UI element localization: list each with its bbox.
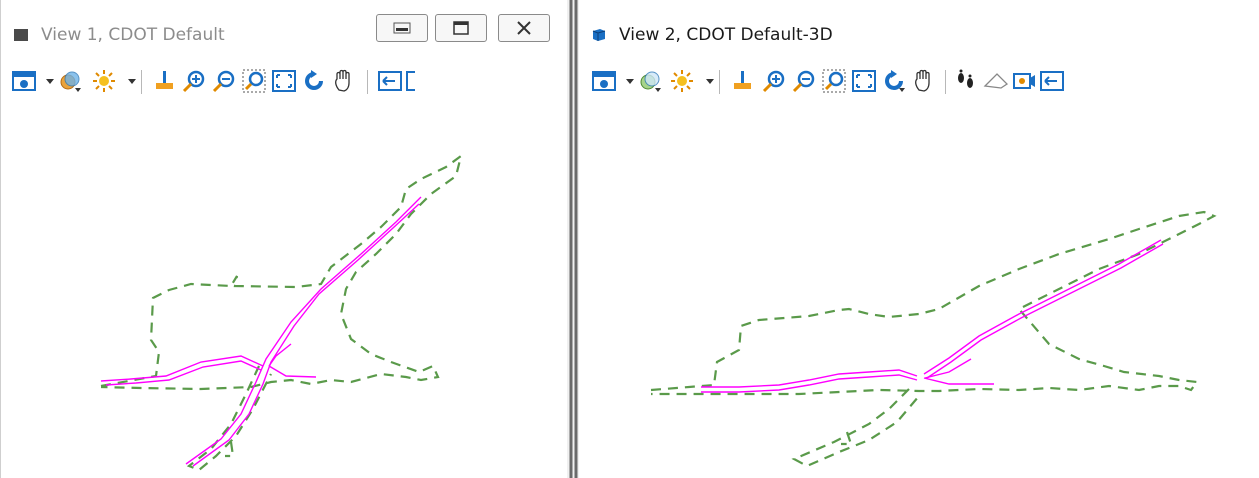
zoom-in-button[interactable] <box>181 68 207 94</box>
fit-view-button[interactable] <box>851 68 877 94</box>
view-1-drawing <box>100 153 463 472</box>
rotate-view-icon <box>305 70 323 90</box>
window-area-button[interactable] <box>821 68 847 94</box>
view-1-title: View 1, CDOT Default <box>41 25 225 45</box>
zoom-out-button[interactable] <box>211 68 237 94</box>
view-splitter[interactable] <box>567 0 579 478</box>
light-button[interactable] <box>91 68 117 94</box>
alignment-west-a <box>100 355 264 382</box>
view-2-window[interactable]: View 2, CDOT Default-3D <box>579 0 1259 478</box>
light-icon <box>671 70 693 92</box>
3d-view-icon <box>591 27 607 41</box>
zoom-out-button[interactable] <box>791 68 817 94</box>
zoom-in-icon <box>182 70 205 93</box>
rotate-view-button[interactable] <box>301 68 327 94</box>
window-area-button[interactable] <box>241 68 267 94</box>
next-view-button[interactable] <box>405 68 415 94</box>
view-attributes-button[interactable] <box>591 68 617 94</box>
fly-button[interactable] <box>983 68 1009 94</box>
rotate-view-button[interactable] <box>881 68 907 94</box>
alignment-lines <box>100 196 422 467</box>
alignment-main-b <box>192 203 420 467</box>
boundary-lines <box>650 210 1217 468</box>
boundary-lines <box>100 153 463 472</box>
view-attributes-button[interactable] <box>11 68 37 94</box>
toolbar-separator <box>719 70 720 94</box>
previous-view-button[interactable] <box>377 68 403 94</box>
update-view-button[interactable] <box>151 68 177 94</box>
alignment-west-b <box>105 360 262 386</box>
next-view-icon <box>406 71 415 91</box>
toolbar-separator <box>367 70 368 94</box>
view-attributes-dropdown[interactable] <box>37 68 54 94</box>
window-area-icon <box>822 69 846 93</box>
minimize-icon <box>393 22 411 34</box>
view-window-icon <box>13 27 29 41</box>
walk-icon <box>958 69 973 88</box>
display-style-icon <box>60 71 81 92</box>
light-dropdown[interactable] <box>119 68 136 94</box>
fly-icon <box>983 73 1009 89</box>
previous-view-button[interactable] <box>1039 68 1065 94</box>
minimize-button[interactable] <box>376 14 428 42</box>
toolbar-separator <box>945 70 946 94</box>
view-1-drawing-canvas[interactable] <box>1 104 567 478</box>
previous-view-icon <box>378 71 402 91</box>
alignment-main-a <box>185 196 422 465</box>
view-2-toolbar <box>579 62 1259 100</box>
toolbar-separator <box>141 70 142 94</box>
update-view-button[interactable] <box>729 68 755 94</box>
view-1-toolbar <box>1 62 567 100</box>
update-view-icon <box>734 71 751 89</box>
zoom-in-icon <box>762 70 785 93</box>
update-view-icon <box>156 71 173 89</box>
display-style-icon <box>640 71 661 92</box>
camera-icon <box>1013 73 1035 89</box>
boundary-outline <box>650 210 1217 396</box>
fit-view-button[interactable] <box>271 68 297 94</box>
camera-button[interactable] <box>1011 68 1037 94</box>
view-1-window[interactable]: View 1, CDOT Default <box>0 0 567 478</box>
light-dropdown[interactable] <box>697 68 714 94</box>
fit-view-icon <box>272 70 296 92</box>
walk-button[interactable] <box>953 68 979 94</box>
pan-view-icon <box>915 69 930 92</box>
maximize-icon <box>453 21 469 35</box>
close-button[interactable] <box>498 14 550 42</box>
display-style-button[interactable] <box>57 68 83 94</box>
view-2-title-bar[interactable]: View 2, CDOT Default-3D <box>579 0 1259 58</box>
close-icon <box>517 21 531 35</box>
pan-view-button[interactable] <box>331 68 357 94</box>
alignment-east <box>268 365 317 378</box>
alignment-lines <box>701 239 1164 393</box>
fit-view-icon <box>852 70 876 92</box>
view-attributes-icon <box>12 71 36 91</box>
light-icon <box>93 70 115 92</box>
view-2-drawing-canvas[interactable] <box>579 104 1259 478</box>
view-attributes-icon <box>592 71 616 91</box>
pan-view-icon <box>335 69 350 92</box>
boundary-outline <box>100 153 463 391</box>
previous-view-icon <box>1040 71 1064 91</box>
window-area-icon <box>242 69 266 93</box>
display-style-button[interactable] <box>637 68 663 94</box>
view-attributes-dropdown[interactable] <box>617 68 634 94</box>
zoom-out-icon <box>212 70 235 93</box>
zoom-in-button[interactable] <box>761 68 787 94</box>
view-2-title: View 2, CDOT Default-3D <box>619 25 833 45</box>
view-2-drawing <box>650 210 1217 468</box>
maximize-button[interactable] <box>435 14 487 42</box>
boundary-road-south <box>791 388 920 468</box>
zoom-out-icon <box>792 70 815 93</box>
alignment-east <box>923 377 994 385</box>
alignment-main-b <box>926 243 1164 379</box>
pan-view-button[interactable] <box>911 68 937 94</box>
view-1-title-bar[interactable]: View 1, CDOT Default <box>1 0 567 58</box>
boundary-road-south <box>186 365 272 472</box>
rotate-view-icon <box>885 70 905 92</box>
light-button[interactable] <box>669 68 695 94</box>
